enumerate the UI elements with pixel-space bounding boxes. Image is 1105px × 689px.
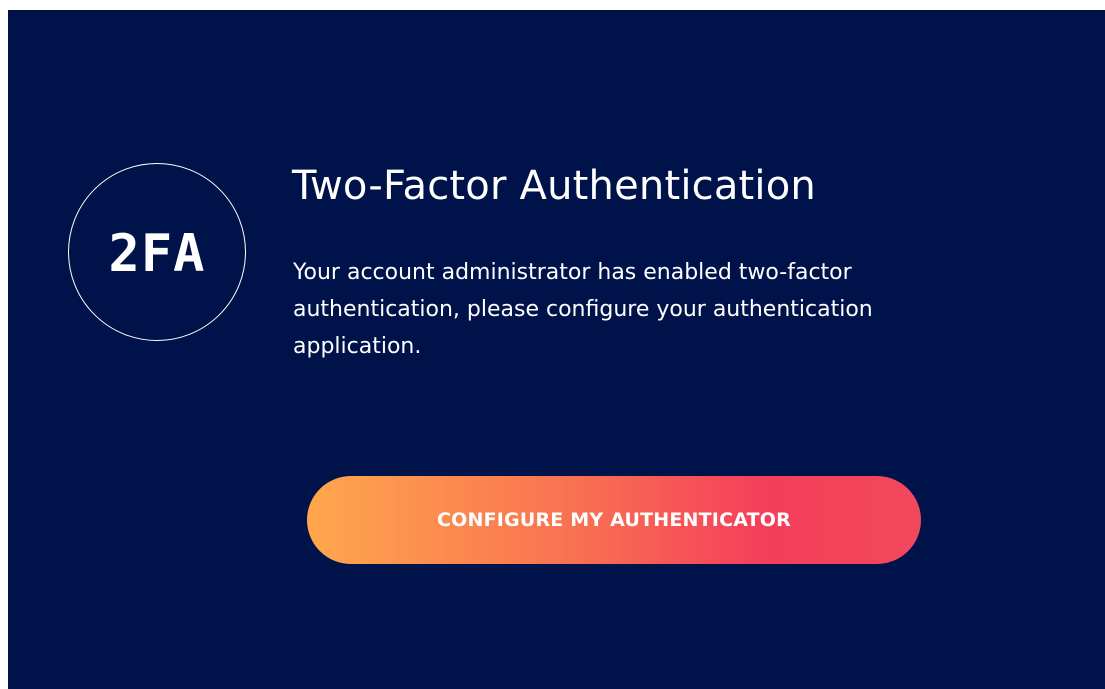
two-factor-panel: 2FA Two-Factor Authentication Your accou… <box>8 10 1105 689</box>
info-message: Your account administrator has enabled t… <box>293 260 873 359</box>
2fa-badge: 2FA <box>68 163 246 341</box>
2fa-icon: 2FA <box>109 228 206 276</box>
page-title: Two-Factor Authentication <box>292 163 816 209</box>
configure-authenticator-button[interactable]: CONFIGURE MY AUTHENTICATOR <box>307 476 921 564</box>
2fa-badge-label: 2FA <box>109 228 206 276</box>
